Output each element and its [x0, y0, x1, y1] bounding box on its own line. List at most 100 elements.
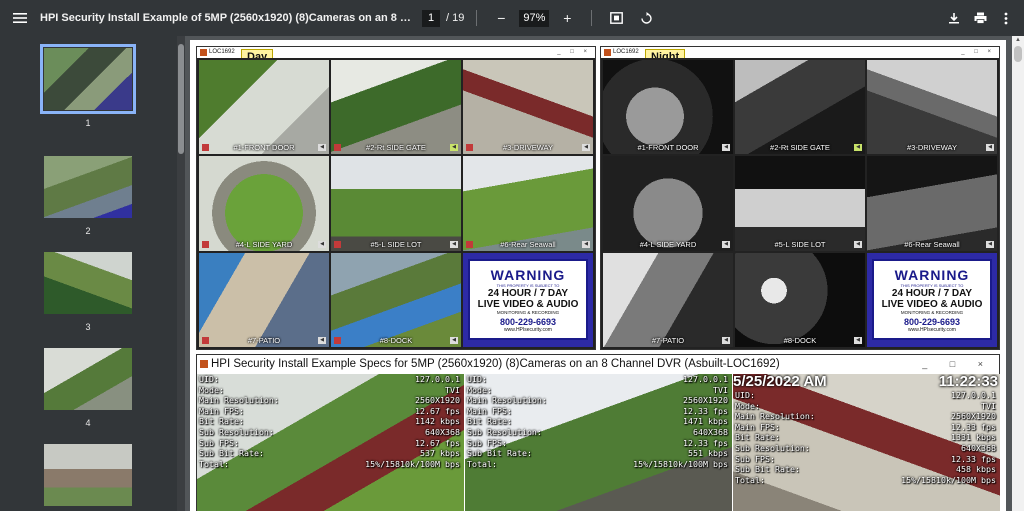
spec-row: Sub FPS: 12.33 fps: [467, 437, 728, 448]
play-icon[interactable]: ◀: [986, 144, 994, 152]
play-icon[interactable]: ◀: [450, 144, 458, 152]
thumbnail-sidebar: 1 2 3 4 5: [0, 36, 178, 511]
warning-phone: 800-229-6693: [499, 316, 557, 327]
spec-row: Main Resolution: 2560X1920: [735, 411, 996, 422]
spec-row: Mode: TVI: [735, 400, 996, 411]
spec-row: Sub Resolution: 640X368: [467, 426, 728, 437]
thumbnail-number: 3: [85, 322, 91, 332]
zoom-out-button[interactable]: −: [489, 6, 513, 30]
play-icon[interactable]: ◀: [986, 240, 994, 248]
camera-tile[interactable]: #6-Rear Seawall ◀: [463, 156, 593, 251]
spec-row: Main FPS: 12.33 fps: [735, 421, 996, 432]
spec-overlay: UID: 127.0.0.1 Mode: TVI Main Resolution: 2…: [467, 374, 728, 469]
zoom-input[interactable]: [519, 9, 550, 27]
menu-icon[interactable]: [0, 0, 40, 36]
page-thumbnail-3[interactable]: 3: [44, 252, 132, 332]
spec-row: Main FPS: 12.33 fps: [467, 405, 728, 416]
camera-label: #3-DRIVEWAY: [906, 143, 957, 153]
rotate-icon[interactable]: [634, 6, 658, 30]
camera-tile[interactable]: #7-PATIO ◀: [603, 252, 733, 347]
window-controls[interactable]: _ □ ×: [557, 47, 591, 58]
play-icon[interactable]: ◀: [318, 337, 326, 344]
print-icon[interactable]: [968, 6, 992, 30]
camera-timestamp: 5/25/2022 AM 11:22:33: [733, 374, 1000, 389]
more-icon[interactable]: [994, 6, 1018, 30]
scroll-up-icon[interactable]: ▲: [1014, 37, 1022, 45]
pdf-toolbar: HPI Security Install Example of 5MP (256…: [0, 0, 1024, 36]
warning-phone: 800-229-6693: [903, 316, 961, 327]
warning-line-3: MONITORING & RECORDING: [496, 309, 560, 315]
play-icon[interactable]: ◀: [582, 240, 590, 248]
window-controls[interactable]: _ □ ×: [961, 47, 995, 58]
camera-tile[interactable]: #4-L SIDE YARD ◀: [603, 156, 733, 251]
camera-tile[interactable]: #3-DRIVEWAY ◀: [463, 60, 593, 155]
spec-overlay: UID: 127.0.0.1 Mode: TVI Main Resolution: 2…: [199, 374, 460, 469]
play-icon[interactable]: ◀: [582, 144, 590, 152]
play-icon[interactable]: ◀: [854, 144, 862, 152]
camera-label: #8-DOCK: [783, 336, 817, 345]
camera-tile[interactable]: #8-DOCK ◀: [331, 252, 461, 347]
camera-tile[interactable]: #1-FRONT DOOR ◀: [199, 60, 329, 155]
camera-tile[interactable]: #1-FRONT DOOR ◀: [603, 60, 733, 155]
camera-tile[interactable]: #3-DRIVEWAY ◀: [867, 60, 997, 155]
camera-label: #5-L SIDE LOT: [370, 239, 422, 249]
fit-page-icon[interactable]: [604, 6, 628, 30]
document-scrollbar-thumb[interactable]: [1014, 46, 1022, 62]
page-number-input[interactable]: [422, 9, 440, 27]
night-camera-panel: LOC1692 _ □ × Night #1-FRONT DOOR ◀ #2-R…: [600, 46, 1000, 350]
camera-tile[interactable]: #4-L SIDE YARD ◀: [199, 156, 329, 251]
camera-tile[interactable]: #8-DOCK ◀: [735, 252, 865, 347]
camera-label: #7-PATIO: [651, 336, 685, 345]
sidebar-scrollbar-thumb[interactable]: [178, 44, 184, 154]
camera-tile[interactable]: #7-PATIO ◀: [199, 252, 329, 347]
page-thumbnail-1[interactable]: 1: [40, 44, 136, 128]
spec-row: UID: 127.0.0.1: [735, 390, 996, 400]
camera-label: #2-Rt SIDE GATE: [366, 143, 426, 153]
play-icon[interactable]: ◀: [722, 337, 730, 344]
spec-row: Sub FPS: 12.67 fps: [199, 437, 460, 448]
warning-line-1: 24 HOUR / 7 DAY: [891, 287, 973, 299]
pdf-page: LOC1692 _ □ × Day #1-FRONT DOOR ◀ #2-Rt …: [190, 40, 1006, 511]
camera-tile[interactable]: #5-L SIDE LOT ◀: [331, 156, 461, 251]
document-scrollbar[interactable]: ▲: [1012, 36, 1024, 511]
spec-row: Total: 15%/15810k/100M bps: [467, 458, 728, 469]
play-icon[interactable]: ◀: [450, 337, 458, 344]
camera-tile[interactable]: #5-L SIDE LOT ◀: [735, 156, 865, 251]
download-icon[interactable]: [942, 6, 966, 30]
spec-row: Total: 15%/15810k/100M bps: [735, 474, 996, 485]
play-icon[interactable]: ◀: [854, 240, 862, 248]
camera-label: #1-FRONT DOOR: [637, 143, 699, 153]
play-icon[interactable]: ◀: [722, 240, 730, 248]
spec-row: Mode: TVI: [199, 384, 460, 395]
page-thumbnail-5[interactable]: 5: [44, 444, 132, 511]
page-selector: / 19: [422, 9, 464, 27]
camera-tile[interactable]: #6-Rear Seawall ◀: [867, 156, 997, 251]
day-camera-panel: LOC1692 _ □ × Day #1-FRONT DOOR ◀ #2-Rt …: [196, 46, 596, 350]
spec-camera-3[interactable]: 5/25/2022 AM 11:22:33 UID: 127.0.0.1 Mode…: [733, 374, 1000, 511]
window-controls[interactable]: _ □ ×: [922, 355, 993, 373]
spec-row: Sub FPS: 12.33 fps: [735, 453, 996, 464]
warning-line-2: LIVE VIDEO & AUDIO: [881, 298, 983, 310]
camera-tile[interactable]: #2-Rt SIDE GATE ◀: [331, 60, 461, 155]
document-viewer: LOC1692 _ □ × Day #1-FRONT DOOR ◀ #2-Rt …: [186, 36, 1010, 511]
thumbnail-image: [44, 156, 132, 218]
spec-camera-2[interactable]: UID: 127.0.0.1 Mode: TVI Main Resolution: 2…: [465, 374, 732, 511]
play-icon[interactable]: ◀: [722, 144, 730, 152]
camera-label: #3-DRIVEWAY: [502, 143, 553, 153]
play-icon[interactable]: ◀: [854, 337, 862, 344]
play-icon[interactable]: ◀: [318, 240, 326, 248]
spec-camera-1[interactable]: UID: 127.0.0.1 Mode: TVI Main Resolution: 2…: [197, 374, 464, 511]
page-thumbnail-4[interactable]: 4: [44, 348, 132, 428]
specs-panel: HPI Security Install Example Specs for 5…: [196, 354, 1000, 511]
window-title: LOC1692: [613, 49, 639, 55]
document-title: HPI Security Install Example of 5MP (256…: [40, 12, 412, 24]
warning-sign-tile: WARNING THIS PROPERTY IS SUBJECT TO 24 H…: [463, 252, 593, 347]
camera-grid: #1-FRONT DOOR ◀ #2-Rt SIDE GATE ◀ #3-DRI…: [197, 58, 595, 349]
play-icon[interactable]: ◀: [318, 144, 326, 152]
play-icon[interactable]: ◀: [450, 240, 458, 248]
camera-label: #5-L SIDE LOT: [774, 239, 826, 249]
camera-tile[interactable]: #2-Rt SIDE GATE ◀: [735, 60, 865, 155]
page-thumbnail-2[interactable]: 2: [44, 156, 132, 236]
sidebar-scrollbar[interactable]: [177, 36, 185, 511]
zoom-in-button[interactable]: +: [555, 6, 579, 30]
